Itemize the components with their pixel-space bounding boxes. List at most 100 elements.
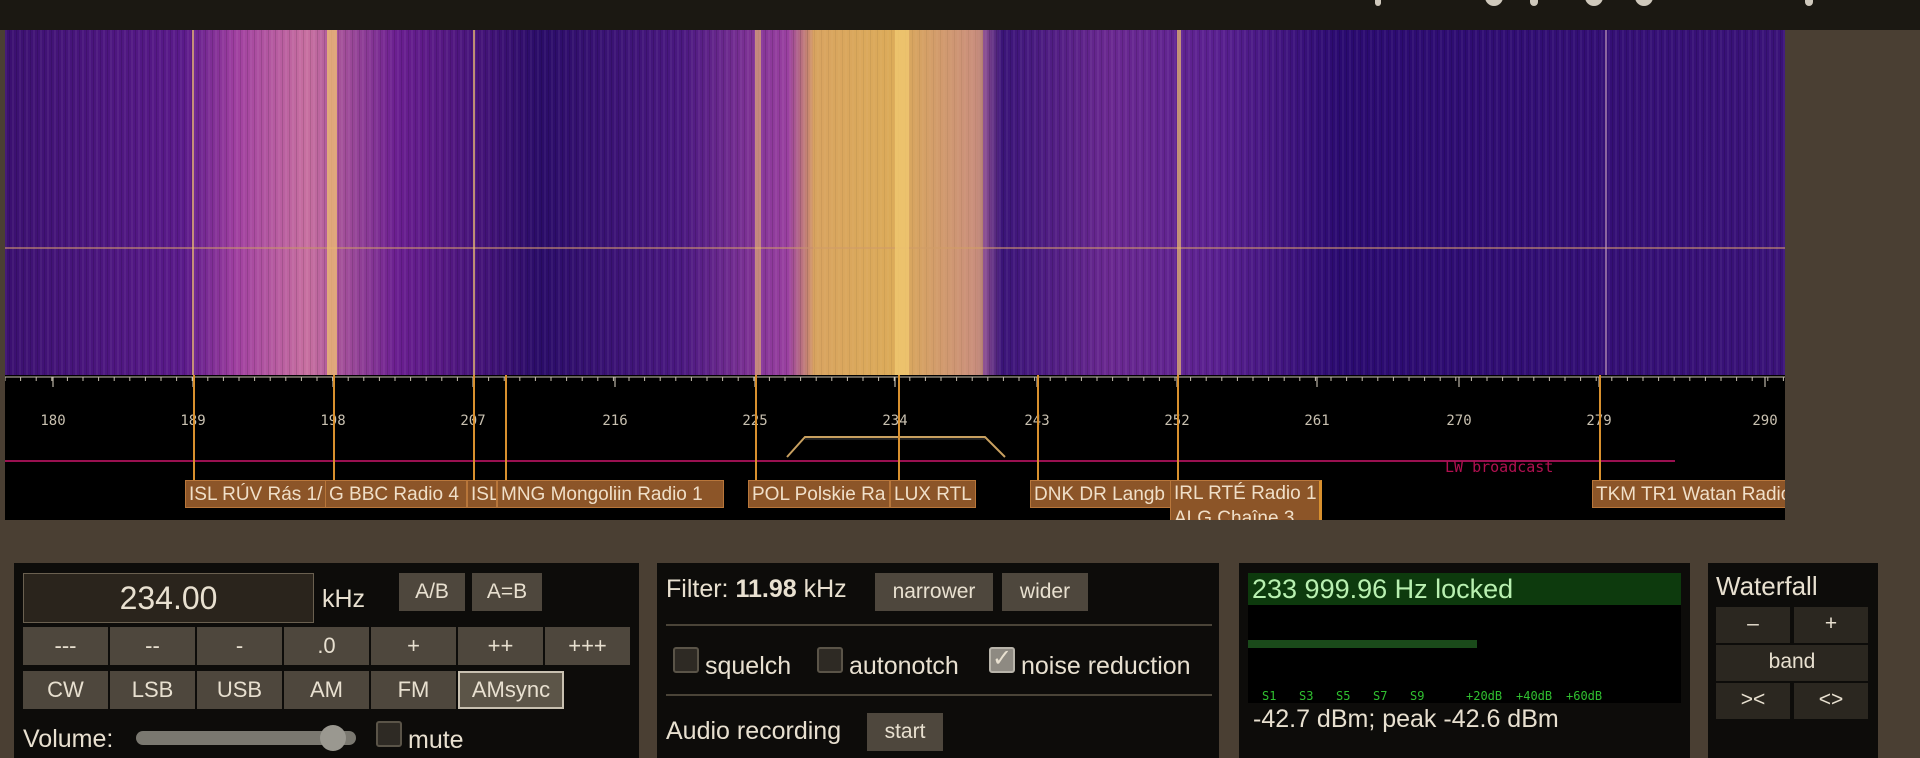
mode-button-am[interactable]: AM <box>284 671 369 709</box>
station-label-text: POL Polskie Ra <box>752 484 886 505</box>
station-label[interactable]: ISL <box>467 480 497 508</box>
band-label: LW broadcast <box>1445 458 1554 476</box>
step-button[interactable]: +++ <box>545 627 630 665</box>
smeter-tick-label: +20dB <box>1466 689 1503 703</box>
signal-power-text: -42.7 dBm; peak -42.6 dBm <box>1253 705 1559 733</box>
station-marker-line <box>1599 375 1601 480</box>
recording-label: Audio recording <box>666 717 842 745</box>
wider-button[interactable]: wider <box>1002 573 1088 611</box>
station-marker-line <box>333 375 335 480</box>
toolbar-icon[interactable] <box>1585 0 1603 6</box>
station-label[interactable]: TKM TR1 Watan Radio <box>1592 480 1785 508</box>
waterfall-spectrogram[interactable] <box>5 30 1785 375</box>
station-marker-line <box>898 375 900 480</box>
squelch-label: squelch <box>705 652 792 680</box>
divider <box>666 694 1212 696</box>
frequency-input[interactable]: 234.00 <box>23 573 314 623</box>
station-marker-line <box>1037 375 1039 480</box>
zoom-in-button[interactable]: >< <box>1716 683 1790 719</box>
filter-panel: Filter: 11.98 kHz narrower wider squelch… <box>657 563 1219 758</box>
zoom-minus-button[interactable]: – <box>1716 607 1790 643</box>
step-button[interactable]: + <box>371 627 456 665</box>
frequency-unit: kHz <box>322 585 366 613</box>
station-marker-line <box>505 375 507 480</box>
step-button[interactable]: - <box>197 627 282 665</box>
smeter: 233 999.96 Hz locked S1 S3 S5 S7 S9 +20dB +40d… <box>1248 573 1681 703</box>
mode-button-usb[interactable]: USB <box>197 671 282 709</box>
smeter-tick-label: S5 <box>1336 689 1351 703</box>
divider <box>666 624 1212 626</box>
recording-start-button[interactable]: start <box>867 713 943 751</box>
zoom-band-button[interactable]: band <box>1716 645 1868 681</box>
station-label[interactable]: POL Polskie Ra <box>748 480 890 508</box>
narrower-button[interactable]: narrower <box>875 573 993 611</box>
toolbar-icon[interactable] <box>1805 0 1813 6</box>
station-label-text: IRL RTÉ Radio 1 <box>1174 483 1317 504</box>
toolbar-icon[interactable] <box>1375 0 1381 6</box>
filter-label-text: Filter: <box>666 575 729 603</box>
station-marker-line <box>755 375 757 480</box>
station-label[interactable]: LUX RTL <box>890 480 976 508</box>
autonotch-checkbox[interactable] <box>817 647 843 673</box>
step-button[interactable]: ++ <box>458 627 543 665</box>
toolbar-icon[interactable] <box>1485 0 1503 6</box>
scale-tick-label: 290 <box>1752 413 1778 429</box>
signal-level-bar <box>1248 640 1478 648</box>
scale-tick-label: 270 <box>1446 413 1472 429</box>
zoom-plus-button[interactable]: + <box>1794 607 1868 643</box>
station-label-text: DNK DR Langb <box>1034 484 1165 505</box>
noise-reduction-checkbox[interactable]: ✓ <box>989 647 1015 673</box>
squelch-checkbox[interactable] <box>673 647 699 673</box>
toolbar-icon[interactable] <box>1635 0 1653 6</box>
step-button[interactable]: .0 <box>284 627 369 665</box>
zoom-out-button[interactable]: <> <box>1794 683 1868 719</box>
mute-checkbox[interactable] <box>376 721 402 747</box>
mode-button-amsync[interactable]: AMsync <box>458 671 564 709</box>
smeter-tick-label: S7 <box>1373 689 1388 703</box>
smeter-tick-label: +40dB <box>1516 689 1553 703</box>
filter-value: 11.98 <box>735 575 797 603</box>
smeter-panel: 233 999.96 Hz locked S1 S3 S5 S7 S9 +20dB +40d… <box>1239 563 1690 758</box>
station-marker-line <box>193 375 195 480</box>
top-bar <box>0 0 1920 30</box>
smeter-tick-label: S9 <box>1410 689 1425 703</box>
mode-button-fm[interactable]: FM <box>371 671 456 709</box>
station-label[interactable]: DNK DR Langb <box>1030 480 1175 508</box>
smeter-tick-label: +60dB <box>1566 689 1603 703</box>
station-label-text: ISL <box>471 484 497 505</box>
mode-button-lsb[interactable]: LSB <box>110 671 195 709</box>
mode-button-cw[interactable]: CW <box>23 671 108 709</box>
station-label[interactable]: MNG Mongoliin Radio 1 <box>497 480 724 508</box>
station-label-text: ALG Chaîne 3 <box>1174 508 1295 520</box>
autonotch-label: autonotch <box>849 652 959 680</box>
station-label-text: ISL RÚV Rás 1/ <box>189 484 323 505</box>
zoom-panel: Waterfall zoom – + band >< <> <box>1708 563 1878 758</box>
step-button[interactable]: --- <box>23 627 108 665</box>
smeter-tick-label: S3 <box>1299 689 1314 703</box>
filter-unit: kHz <box>803 575 847 603</box>
station-label[interactable]: IRL RTÉ Radio 1 ALG Chaîne 3 <box>1170 480 1322 520</box>
station-label-text: G BBC Radio 4 <box>329 484 459 505</box>
station-label-text: LUX RTL <box>894 484 972 505</box>
station-label-text: MNG Mongoliin Radio 1 <box>501 484 703 505</box>
station-label[interactable]: G BBC Radio 4 <box>325 480 467 508</box>
station-marker-line <box>473 375 475 480</box>
scale-tick-label: 180 <box>40 413 66 429</box>
step-button[interactable]: -- <box>110 627 195 665</box>
scale-tick-label: 216 <box>602 413 628 429</box>
smeter-tick-label: S1 <box>1262 689 1277 703</box>
scale-tick-label: 234 <box>882 413 908 429</box>
a-equals-b-button[interactable]: A=B <box>472 573 542 611</box>
volume-label: Volume: <box>23 725 114 753</box>
station-marker-line <box>1177 375 1179 480</box>
volume-slider-knob[interactable] <box>319 725 346 751</box>
waterfall-panel[interactable]: LW broadcast ISL RÚV Rás 1/G BBC Radio 4… <box>5 30 1785 520</box>
station-label-text: TKM TR1 Watan Radio <box>1596 484 1785 505</box>
ab-button[interactable]: A/B <box>399 573 465 611</box>
toolbar-icon[interactable] <box>1530 0 1538 6</box>
volume-slider[interactable] <box>136 725 356 751</box>
filter-label: Filter: 11.98 kHz <box>666 575 847 604</box>
tuning-panel: 234.00 kHz A/B A=B --- -- - .0 + ++ +++ … <box>14 563 639 758</box>
noise-reduction-label: noise reduction <box>1021 652 1191 680</box>
station-label[interactable]: ISL RÚV Rás 1/ <box>185 480 328 508</box>
